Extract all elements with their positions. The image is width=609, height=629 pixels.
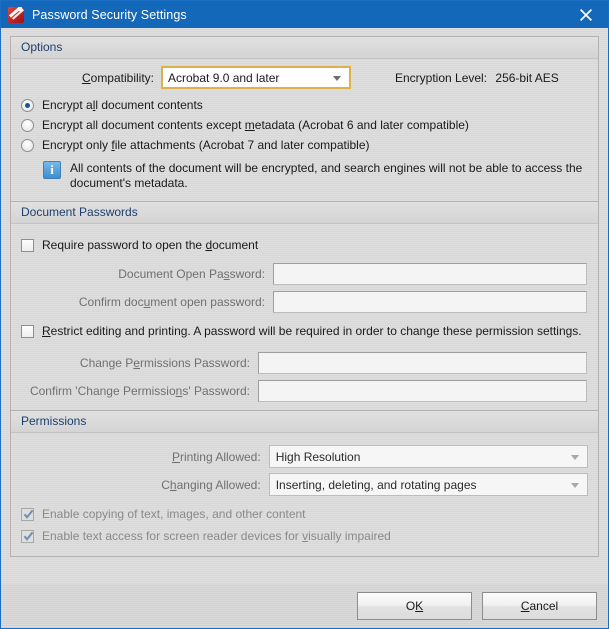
- options-group-header: Options: [11, 37, 598, 59]
- checkbox-indicator: [21, 238, 34, 252]
- radio-encrypt-except-metadata[interactable]: Encrypt all document contents except met…: [21, 115, 588, 135]
- encryption-level: Encryption Level: 256-bit AES: [395, 71, 559, 85]
- checkbox-indicator: [21, 324, 34, 338]
- password-security-settings-dialog: Password Security Settings Options Compa…: [0, 0, 609, 629]
- document-passwords-group: Document Passwords Require password to o…: [10, 201, 599, 410]
- changing-allowed-label: Changing Allowed:: [161, 477, 261, 492]
- dialog-body: Options Compatibility: Acrobat 9.0 and l…: [1, 28, 608, 584]
- options-group-body: Compatibility: Acrobat 9.0 and later Enc…: [11, 59, 598, 201]
- ok-button[interactable]: OK: [357, 592, 472, 620]
- checkbox-enable-copying-label: Enable copying of text, images, and othe…: [42, 507, 306, 521]
- checkbox-require-open-password-label: Require password to open the document: [42, 238, 259, 252]
- options-group: Options Compatibility: Acrobat 9.0 and l…: [10, 36, 599, 201]
- printing-allowed-row: Printing Allowed: High Resolution: [21, 445, 588, 468]
- cancel-button[interactable]: Cancel: [482, 592, 597, 620]
- checkbox-indicator: [21, 529, 34, 543]
- printing-allowed-value: High Resolution: [275, 449, 361, 464]
- document-open-password-label: Document Open Password:: [118, 267, 265, 281]
- close-icon[interactable]: [563, 1, 608, 28]
- permissions-group: Permissions Printing Allowed: High Resol…: [10, 410, 599, 557]
- confirm-permissions-password-label: Confirm 'Change Permissions' Password:: [29, 384, 250, 398]
- radio-encrypt-except-metadata-label: Encrypt all document contents except met…: [42, 118, 469, 132]
- checkbox-require-open-password[interactable]: Require password to open the document: [21, 235, 588, 255]
- checkbox-restrict-editing[interactable]: Restrict editing and printing. A passwor…: [21, 321, 588, 341]
- confirm-open-password-input[interactable]: [273, 291, 587, 313]
- encryption-info-text: All contents of the document will be enc…: [70, 161, 583, 190]
- permissions-group-header: Permissions: [11, 411, 598, 433]
- checkbox-restrict-editing-label: Restrict editing and printing. A passwor…: [42, 324, 582, 338]
- change-permissions-password-input[interactable]: [258, 352, 587, 374]
- info-icon: i: [43, 161, 61, 179]
- encryption-level-value: 256-bit AES: [495, 70, 559, 85]
- document-passwords-group-header: Document Passwords: [11, 202, 598, 224]
- changing-allowed-row: Changing Allowed: Inserting, deleting, a…: [21, 473, 588, 496]
- radio-encrypt-attachments-only-label: Encrypt only file attachments (Acrobat 7…: [42, 138, 370, 152]
- change-permissions-password-row: Change Permissions Password:: [21, 352, 588, 374]
- printing-allowed-select[interactable]: High Resolution: [268, 445, 588, 468]
- checkbox-indicator: [21, 507, 34, 521]
- document-open-password-input[interactable]: [273, 263, 587, 285]
- compatibility-row: Compatibility: Acrobat 9.0 and later Enc…: [21, 66, 588, 89]
- radio-encrypt-attachments-only[interactable]: Encrypt only file attachments (Acrobat 7…: [21, 135, 588, 155]
- radio-encrypt-all[interactable]: Encrypt all document contents: [21, 95, 588, 115]
- confirm-open-password-row: Confirm document open password:: [21, 291, 588, 313]
- checkbox-enable-screen-reader-label: Enable text access for screen reader dev…: [42, 529, 391, 543]
- checkbox-enable-copying[interactable]: Enable copying of text, images, and othe…: [21, 504, 588, 524]
- change-permissions-password-label: Change Permissions Password:: [79, 356, 250, 370]
- encryption-info-box: i All contents of the document will be e…: [43, 161, 588, 191]
- radio-indicator: [21, 138, 34, 152]
- permissions-group-body: Printing Allowed: High Resolution Changi…: [11, 433, 598, 556]
- compatibility-value: Acrobat 9.0 and later: [168, 70, 280, 85]
- printing-allowed-label: Printing Allowed:: [171, 449, 261, 464]
- document-passwords-group-body: Require password to open the document Do…: [11, 224, 598, 410]
- chevron-down-icon: [333, 75, 341, 81]
- changing-allowed-select[interactable]: Inserting, deleting, and rotating pages: [268, 473, 588, 496]
- dialog-footer: OK Cancel: [1, 584, 608, 628]
- radio-encrypt-all-label: Encrypt all document contents: [42, 98, 203, 112]
- radio-indicator: [21, 118, 34, 132]
- confirm-permissions-password-row: Confirm 'Change Permissions' Password:: [21, 380, 588, 402]
- window-title: Password Security Settings: [32, 7, 187, 22]
- check-mark-icon: [23, 531, 34, 541]
- compatibility-select[interactable]: Acrobat 9.0 and later: [161, 66, 351, 89]
- confirm-permissions-password-input[interactable]: [258, 380, 587, 402]
- encryption-level-label: Encryption Level:: [395, 70, 488, 85]
- document-open-password-row: Document Open Password:: [21, 263, 588, 285]
- changing-allowed-value: Inserting, deleting, and rotating pages: [275, 477, 477, 492]
- confirm-open-password-label: Confirm document open password:: [78, 295, 265, 309]
- checkbox-enable-screen-reader[interactable]: Enable text access for screen reader dev…: [21, 526, 588, 546]
- pdf-app-icon: [8, 6, 24, 23]
- radio-indicator: [21, 98, 34, 112]
- chevron-down-icon: [571, 482, 579, 488]
- chevron-down-icon: [571, 454, 579, 460]
- compatibility-label: Compatibility:: [81, 70, 154, 85]
- title-bar: Password Security Settings: [1, 1, 608, 28]
- check-mark-icon: [23, 509, 34, 519]
